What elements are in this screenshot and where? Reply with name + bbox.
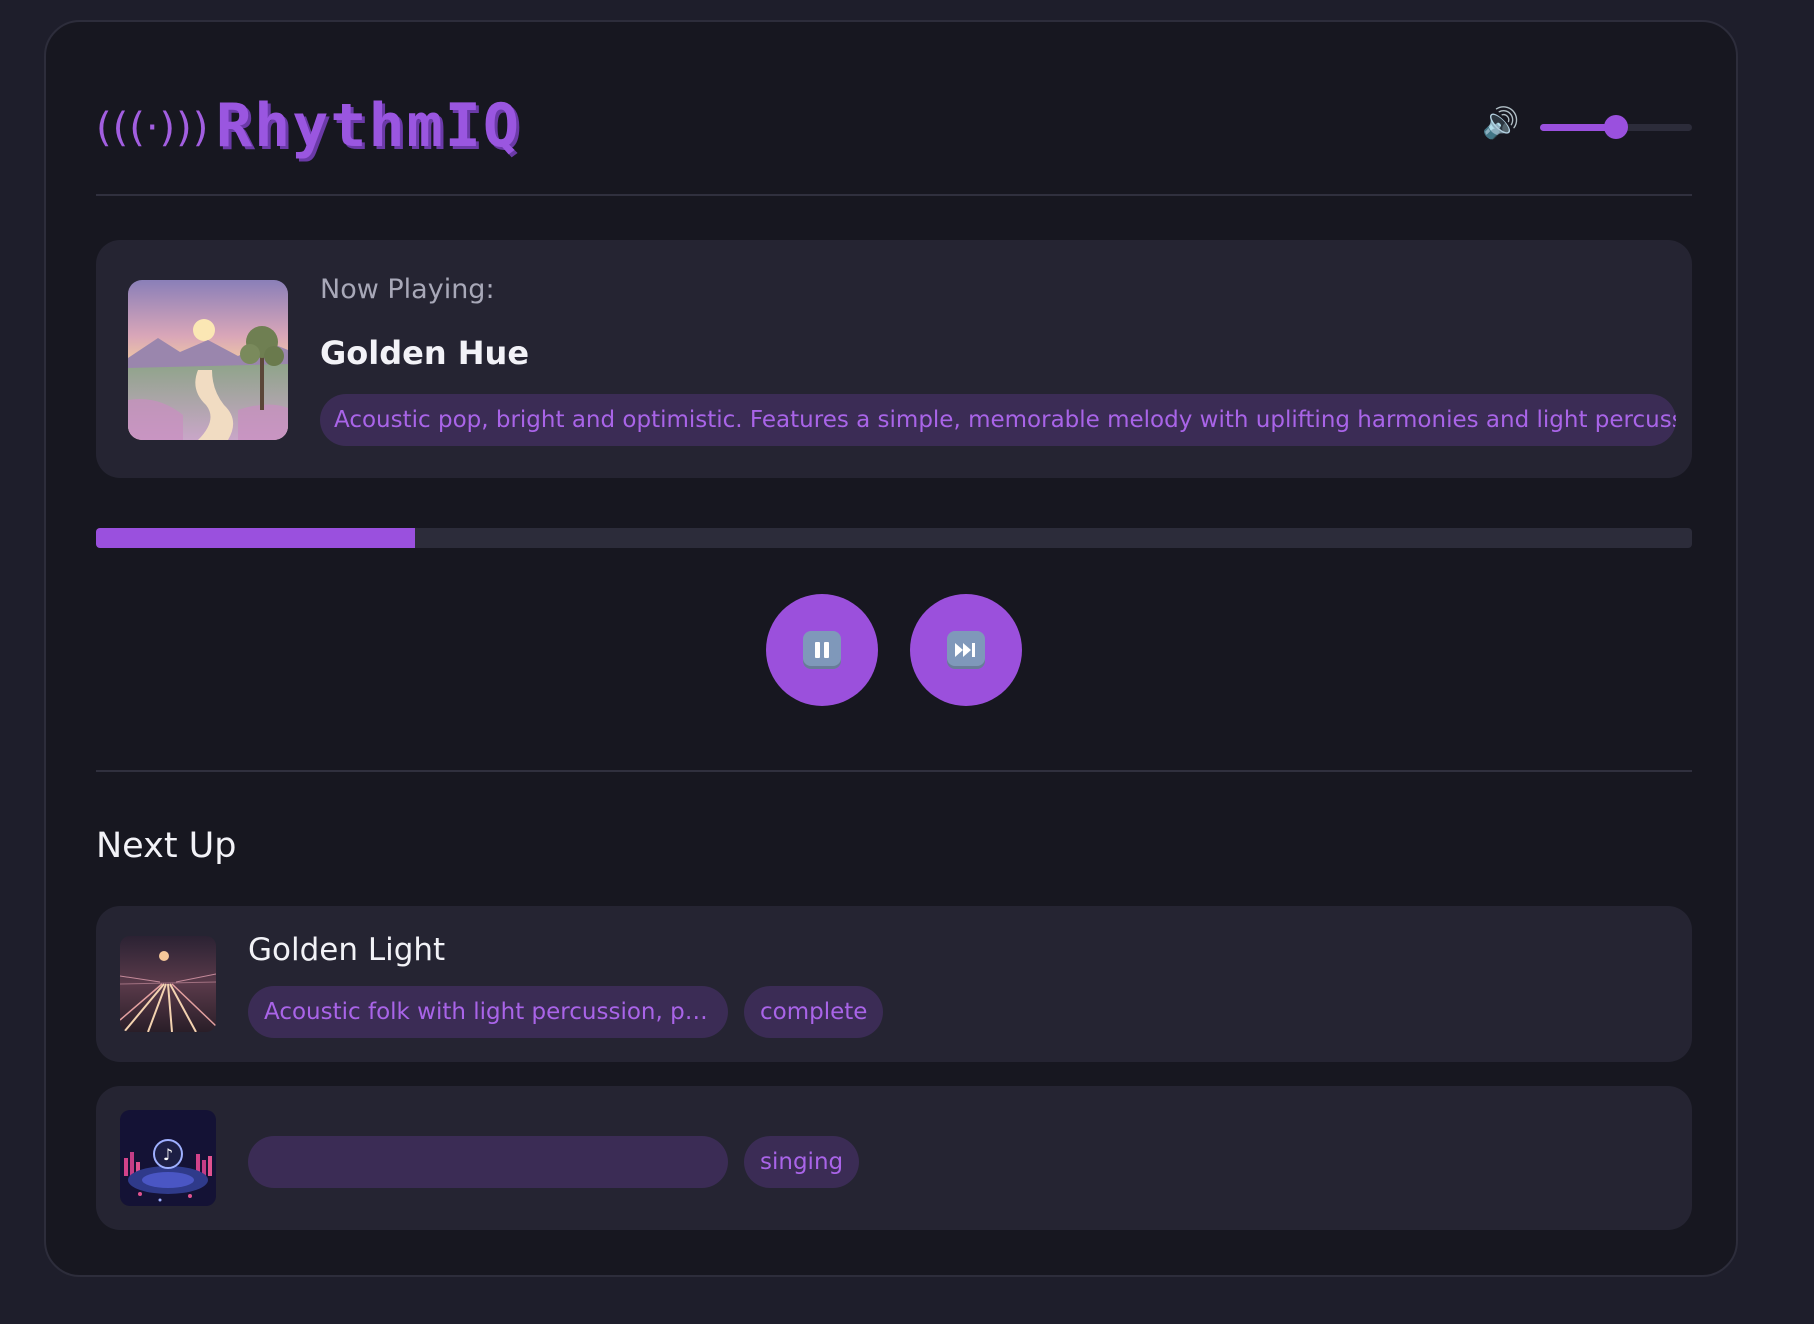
queue-item-art bbox=[120, 936, 216, 1032]
skip-button[interactable] bbox=[910, 594, 1022, 706]
queue-item-status-badge: complete bbox=[744, 986, 884, 1038]
progress-fill bbox=[96, 528, 416, 548]
queue-item-description-tag bbox=[248, 1136, 728, 1188]
section-divider bbox=[96, 770, 1692, 772]
svg-text:♪: ♪ bbox=[163, 1145, 173, 1164]
now-playing-panel: Now Playing: Golden Hue Acoustic pop, br… bbox=[96, 240, 1692, 478]
pause-icon bbox=[803, 631, 841, 669]
app-logo: RhythmIQ bbox=[216, 91, 521, 161]
queue-item-description-tag: Acoustic folk with light percussion, pur… bbox=[248, 986, 728, 1038]
queue-art-road-image bbox=[120, 936, 216, 1032]
broadcast-icon: (((·))) bbox=[96, 105, 210, 151]
header: (((·))) RhythmIQ 🔊 bbox=[96, 70, 1692, 196]
next-up-heading: Next Up bbox=[96, 826, 237, 866]
track-title: Golden Hue bbox=[320, 334, 530, 372]
skip-forward-icon bbox=[947, 631, 985, 669]
speaker-icon[interactable]: 🔊 bbox=[1482, 106, 1522, 142]
now-playing-label: Now Playing: bbox=[320, 274, 495, 305]
track-description-tag: Acoustic pop, bright and optimistic. Fea… bbox=[320, 394, 1676, 446]
playback-progress-bar[interactable] bbox=[96, 528, 1692, 548]
queue-item-status-badge: singing bbox=[744, 1136, 860, 1188]
queue-item-art: ♪ bbox=[120, 1110, 216, 1206]
album-art-image bbox=[128, 280, 288, 440]
queue-item[interactable]: Golden Light Acoustic folk with light pe… bbox=[96, 906, 1692, 1062]
queue-art-disc-image: ♪ bbox=[120, 1110, 216, 1206]
queue-item[interactable]: ♪ singing bbox=[96, 1086, 1692, 1230]
player-card: (((·))) RhythmIQ 🔊 Now Playing: Golden H… bbox=[44, 20, 1738, 1277]
album-art bbox=[128, 280, 288, 440]
queue-item-title: Golden Light bbox=[248, 932, 446, 968]
volume-slider[interactable] bbox=[1540, 115, 1692, 139]
pause-button[interactable] bbox=[766, 594, 878, 706]
volume-thumb[interactable] bbox=[1604, 115, 1628, 139]
